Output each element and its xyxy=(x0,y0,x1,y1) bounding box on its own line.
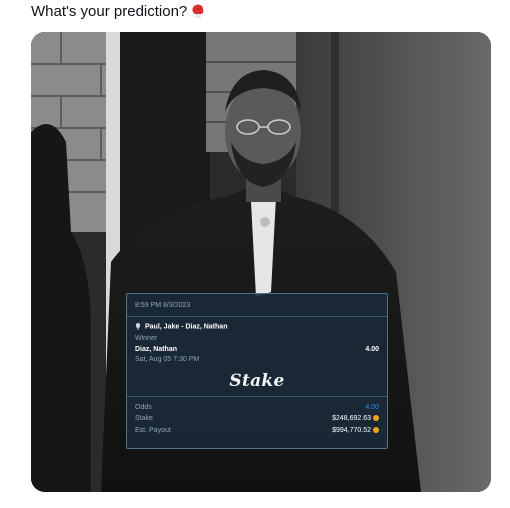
slip-timestamp: 8:59 PM 8/3/2023 xyxy=(135,302,191,309)
slip-stake-row: Stake $248,692.63 xyxy=(135,415,379,422)
slip-selection-row: Diaz, Nathan 4.00 xyxy=(135,346,379,353)
post-text: What's your prediction? xyxy=(31,3,205,20)
slip-event-date: Sat, Aug 05 7:30 PM xyxy=(135,356,200,363)
payout-value: $994,770.52 xyxy=(332,427,371,434)
post-media[interactable]: 8:59 PM 8/3/2023 Paul, Jake - Diaz, Nath… xyxy=(31,32,491,492)
bet-slip: 8:59 PM 8/3/2023 Paul, Jake - Diaz, Nath… xyxy=(126,293,388,449)
coin-icon xyxy=(373,415,379,422)
odds-label: Odds xyxy=(135,404,152,411)
slip-divider-2 xyxy=(127,396,387,397)
slip-date-row: Sat, Aug 05 7:30 PM xyxy=(135,356,379,363)
odds-value: 4.00 xyxy=(365,404,379,411)
stake-label: Stake xyxy=(135,415,153,422)
slip-selection-odds: 4.00 xyxy=(365,346,379,353)
boxing-icon xyxy=(136,323,140,330)
stake-value: $248,692.63 xyxy=(332,415,371,422)
slip-payout-row: Est. Payout $994,770.52 xyxy=(135,427,379,434)
boxing-glove-icon xyxy=(191,4,205,19)
post-caption: What's your prediction? xyxy=(31,3,188,20)
slip-selection: Diaz, Nathan xyxy=(135,346,178,353)
slip-event-row: Paul, Jake - Diaz, Nathan xyxy=(135,323,379,330)
slip-divider xyxy=(127,316,387,317)
slip-event: Paul, Jake - Diaz, Nathan xyxy=(145,323,228,331)
payout-label: Est. Payout xyxy=(135,427,171,434)
slip-header: 8:59 PM 8/3/2023 xyxy=(135,302,379,309)
stake-logo: Stake xyxy=(229,371,285,391)
slip-odds-row: Odds 4.00 xyxy=(135,404,379,411)
slip-market-row: Winner xyxy=(135,335,379,342)
slip-market: Winner xyxy=(135,335,158,342)
coin-icon xyxy=(373,427,379,434)
